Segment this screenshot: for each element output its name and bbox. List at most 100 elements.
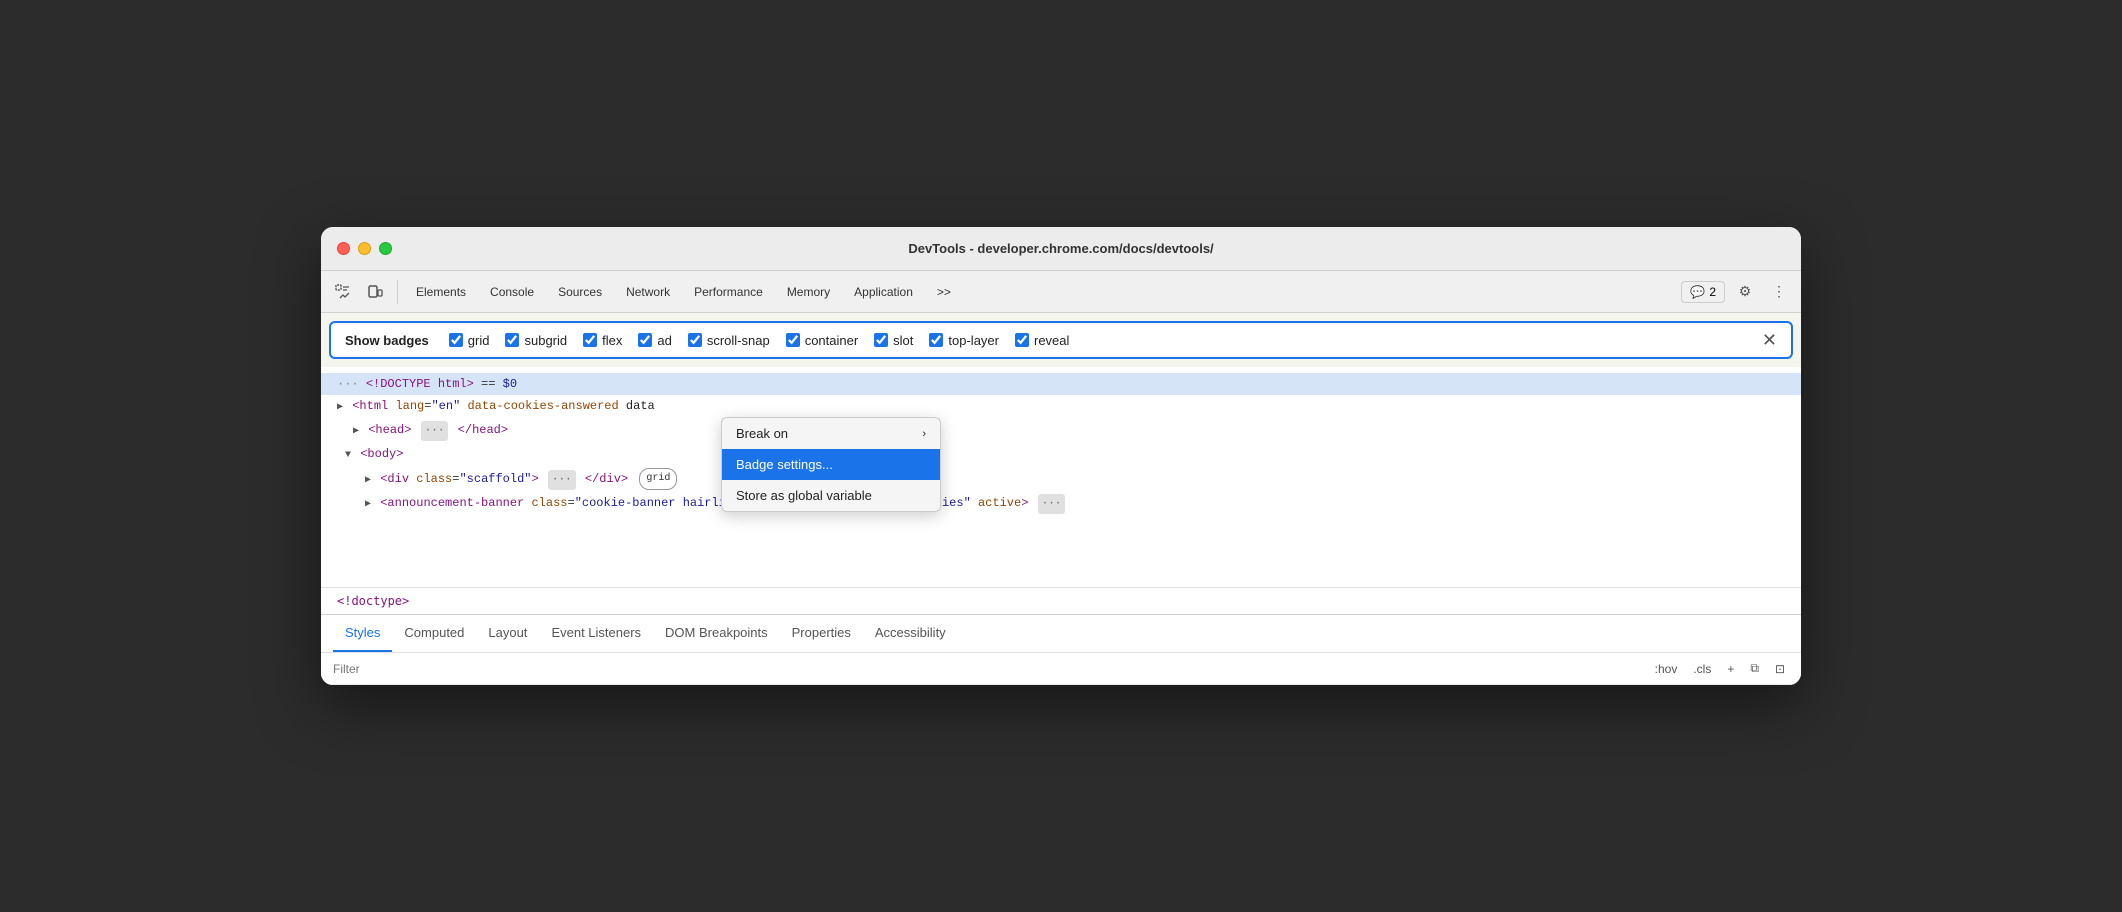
dom-div-close: </div> xyxy=(585,472,628,486)
window-title: DevTools - developer.chrome.com/docs/dev… xyxy=(908,241,1213,256)
break-on-label: Break on xyxy=(736,426,788,441)
tab-event-listeners[interactable]: Event Listeners xyxy=(539,615,653,652)
settings-button[interactable]: ⚙ xyxy=(1731,278,1759,306)
more-tabs-button[interactable]: >> xyxy=(927,281,961,303)
inspect-icon[interactable] xyxy=(329,278,357,306)
badge-item-slot: slot xyxy=(874,333,913,348)
lower-panel: Styles Computed Layout Event Listeners D… xyxy=(321,614,1801,685)
new-style-rule-button[interactable]: ⧉ xyxy=(1746,659,1763,678)
show-badges-label: Show badges xyxy=(345,333,429,348)
dom-eq: == xyxy=(481,377,503,391)
dom-attr-class: class xyxy=(416,472,452,486)
chat-badge[interactable]: 💬 2 xyxy=(1681,281,1725,303)
badge-item-top-layer: top-layer xyxy=(929,333,999,348)
doctype-text: <!doctype> xyxy=(337,594,409,608)
badge-settings-bar: Show badges grid subgrid flex ad scroll-… xyxy=(329,321,1793,359)
filter-input[interactable] xyxy=(333,662,1643,676)
badge-label-subgrid: subgrid xyxy=(524,333,567,348)
triangle-scaffold: ▶ xyxy=(365,471,371,491)
dom-div-open: <div xyxy=(380,472,409,486)
break-on-chevron: › xyxy=(922,428,926,440)
tab-network[interactable]: Network xyxy=(616,281,680,303)
grid-badge[interactable]: grid xyxy=(639,468,677,490)
devtools-window: DevTools - developer.chrome.com/docs/dev… xyxy=(321,227,1801,685)
tab-memory[interactable]: Memory xyxy=(777,281,840,303)
titlebar: DevTools - developer.chrome.com/docs/dev… xyxy=(321,227,1801,271)
badge-label-top-layer: top-layer xyxy=(948,333,999,348)
dom-var: $0 xyxy=(503,377,517,391)
badge-checkbox-grid[interactable] xyxy=(449,333,463,347)
badge-item-reveal: reveal xyxy=(1015,333,1069,348)
tab-performance[interactable]: Performance xyxy=(684,281,773,303)
badge-checkbox-reveal[interactable] xyxy=(1015,333,1029,347)
badge-item-scroll-snap: scroll-snap xyxy=(688,333,770,348)
tab-elements[interactable]: Elements xyxy=(406,281,476,303)
maximize-button[interactable] xyxy=(379,242,392,255)
triangle-body: ▼ xyxy=(345,446,351,466)
dom-dots-1: ··· xyxy=(337,377,359,391)
dom-html-open: <html xyxy=(352,399,388,413)
dom-footer: <!doctype> xyxy=(321,587,1801,614)
toggle-element-state-button[interactable]: ⊡ xyxy=(1771,660,1789,678)
devtools-toolbar: Elements Console Sources Network Perform… xyxy=(321,271,1801,313)
dom-attr-lang: lang xyxy=(395,399,424,413)
badge-checkbox-top-layer[interactable] xyxy=(929,333,943,347)
device-icon[interactable] xyxy=(361,278,389,306)
tab-layout[interactable]: Layout xyxy=(476,615,539,652)
badge-item-subgrid: subgrid xyxy=(505,333,567,348)
more-menu-button[interactable]: ⋮ xyxy=(1765,278,1793,306)
dom-line-html[interactable]: ▶ <html lang="en" data-cookies-answered … xyxy=(321,395,1801,419)
badge-checkbox-ad[interactable] xyxy=(638,333,652,347)
context-menu-store-global[interactable]: Store as global variable xyxy=(722,480,940,511)
tab-computed[interactable]: Computed xyxy=(392,615,476,652)
cls-button[interactable]: .cls xyxy=(1689,660,1715,678)
context-menu-break-on[interactable]: Break on › xyxy=(722,418,940,449)
dom-attr-scaffold: "scaffold" xyxy=(459,472,531,486)
dom-scaffold-dots: ··· xyxy=(548,470,576,490)
badge-item-flex: flex xyxy=(583,333,622,348)
triangle-head: ▶ xyxy=(353,422,359,442)
badge-checkbox-subgrid[interactable] xyxy=(505,333,519,347)
badge-checkbox-flex[interactable] xyxy=(583,333,597,347)
badge-settings-close[interactable]: ✕ xyxy=(1762,331,1777,349)
elements-panel: ··· <!DOCTYPE html> == $0 ▶ <html lang="… xyxy=(321,367,1801,614)
context-menu: Break on › Badge settings... Store as gl… xyxy=(721,417,941,512)
chat-icon: 💬 xyxy=(1690,285,1705,299)
triangle-banner: ▶ xyxy=(365,495,371,515)
tab-styles[interactable]: Styles xyxy=(333,615,392,652)
dom-line-scaffold[interactable]: ▶ <div class="scaffold"> ··· </div> grid xyxy=(321,467,1801,492)
store-global-label: Store as global variable xyxy=(736,488,872,503)
badge-checkbox-slot[interactable] xyxy=(874,333,888,347)
context-menu-badge-settings[interactable]: Badge settings... xyxy=(722,449,940,480)
dom-attr-cookies: data-cookies-answered xyxy=(467,399,618,413)
tab-properties[interactable]: Properties xyxy=(780,615,863,652)
badge-checkbox-scroll-snap[interactable] xyxy=(688,333,702,347)
tab-dom-breakpoints[interactable]: DOM Breakpoints xyxy=(653,615,780,652)
dom-attr-class2: class xyxy=(531,496,567,510)
dom-attr-active: active xyxy=(978,496,1021,510)
minimize-button[interactable] xyxy=(358,242,371,255)
dom-body-open: <body> xyxy=(360,447,403,461)
dom-content: ··· <!DOCTYPE html> == $0 ▶ <html lang="… xyxy=(321,367,1801,587)
badge-settings-label: Badge settings... xyxy=(736,457,833,472)
dom-line-head[interactable]: ▶ <head> ··· </head> xyxy=(321,419,1801,443)
dom-head-close: </head> xyxy=(458,423,508,437)
badge-checkbox-container[interactable] xyxy=(786,333,800,347)
traffic-lights xyxy=(337,242,392,255)
badge-label-reveal: reveal xyxy=(1034,333,1069,348)
tab-application[interactable]: Application xyxy=(844,281,923,303)
tab-console[interactable]: Console xyxy=(480,281,544,303)
add-style-rule-button[interactable]: + xyxy=(1723,660,1738,678)
dom-line-body[interactable]: ▼ <body> xyxy=(321,443,1801,467)
hov-button[interactable]: :hov xyxy=(1651,660,1682,678)
dom-line-banner[interactable]: ▶ <announcement-banner class="cookie-ban… xyxy=(321,492,1801,516)
badge-label-slot: slot xyxy=(893,333,913,348)
tab-sources[interactable]: Sources xyxy=(548,281,612,303)
tab-accessibility[interactable]: Accessibility xyxy=(863,615,958,652)
filter-bar: :hov .cls + ⧉ ⊡ xyxy=(321,653,1801,685)
badge-label-flex: flex xyxy=(602,333,622,348)
close-button[interactable] xyxy=(337,242,350,255)
dom-banner-dots: ··· xyxy=(1038,494,1066,514)
dom-line-doctype[interactable]: ··· <!DOCTYPE html> == $0 xyxy=(321,373,1801,395)
badge-label-scroll-snap: scroll-snap xyxy=(707,333,770,348)
